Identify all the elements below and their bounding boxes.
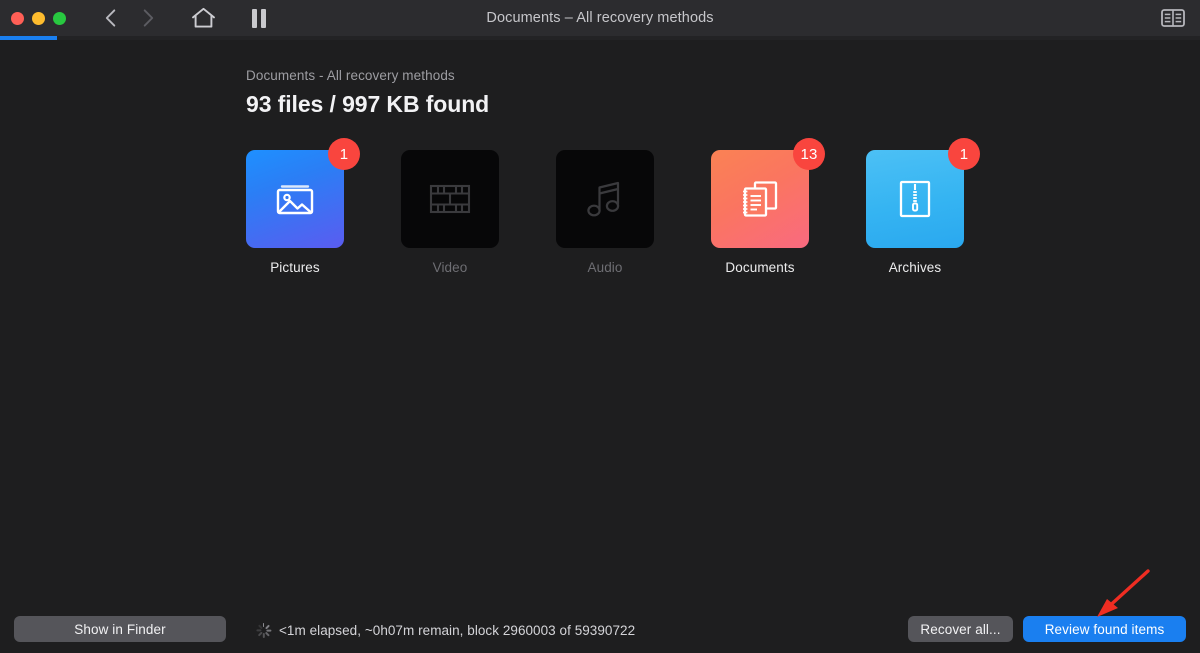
results-header: Documents - All recovery methods 93 file… [246, 66, 489, 119]
title-bar: Documents – All recovery methods [0, 0, 1200, 36]
window-controls [0, 11, 66, 25]
tile-badge: 1 [948, 138, 980, 170]
chevron-left-icon [105, 9, 115, 27]
forward-button[interactable] [129, 3, 167, 33]
tile-thumbnail: 13 [711, 138, 825, 248]
archive-zip-icon [899, 180, 931, 218]
tile-thumbnail: 1 [866, 138, 980, 248]
tile-label: Archives [888, 260, 942, 275]
results-title: 93 files / 997 KB found [246, 91, 490, 118]
category-tile-grid: 1 Pictures Video Audio 13 Documents 1 Ar… [246, 138, 980, 275]
back-button[interactable] [91, 3, 129, 33]
recover-all-button[interactable]: Recover all... [908, 616, 1013, 642]
category-tile-pictures[interactable]: 1 Pictures [246, 138, 360, 275]
tile-thumbnail [401, 150, 499, 248]
pause-button[interactable] [239, 3, 279, 33]
navigation-group [91, 3, 167, 33]
documents-icon [743, 181, 778, 217]
home-icon [191, 7, 215, 28]
window-title: Documents – All recovery methods [486, 10, 714, 26]
loading-spinner-icon [255, 622, 271, 638]
tile-badge: 13 [793, 138, 825, 170]
category-tile-archives[interactable]: 1 Archives [866, 138, 980, 275]
film-icon [429, 184, 471, 214]
app-window: Documents – All recovery methods Documen… [0, 0, 1200, 653]
tile-label: Audio [587, 260, 623, 275]
footer-bar: Show in Finder <1m elapsed, ~0h07m remai… [0, 607, 1200, 653]
pause-icon [252, 8, 266, 28]
minimize-button[interactable] [32, 11, 45, 25]
scan-status: <1m elapsed, ~0h07m remain, block 296000… [255, 607, 636, 653]
scan-progress-track [0, 36, 1200, 40]
scan-progress-fill [0, 36, 57, 40]
close-button[interactable] [11, 11, 24, 25]
home-button[interactable] [181, 3, 225, 33]
tile-thumbnail [556, 150, 654, 248]
sidebar-toggle-icon [1161, 9, 1185, 27]
show-in-finder-button[interactable]: Show in Finder [14, 616, 226, 642]
tile-badge: 1 [328, 138, 360, 170]
category-tile-documents[interactable]: 13 Documents [711, 138, 825, 275]
tile-label: Documents [725, 260, 795, 275]
category-tile-video[interactable]: Video [401, 150, 499, 275]
chevron-right-icon [143, 9, 153, 27]
music-note-icon [587, 181, 620, 217]
sidebar-toggle-button[interactable] [1160, 8, 1186, 28]
category-tile-audio[interactable]: Audio [556, 150, 654, 275]
tile-label: Pictures [270, 260, 320, 275]
tile-label: Video [432, 260, 468, 275]
maximize-button[interactable] [53, 11, 66, 25]
results-subtitle: Documents - All recovery methods [246, 68, 455, 83]
review-found-items-button[interactable]: Review found items [1023, 616, 1186, 642]
picture-icon [276, 185, 314, 215]
tile-thumbnail: 1 [246, 138, 360, 248]
scan-status-text: <1m elapsed, ~0h07m remain, block 296000… [279, 622, 636, 638]
